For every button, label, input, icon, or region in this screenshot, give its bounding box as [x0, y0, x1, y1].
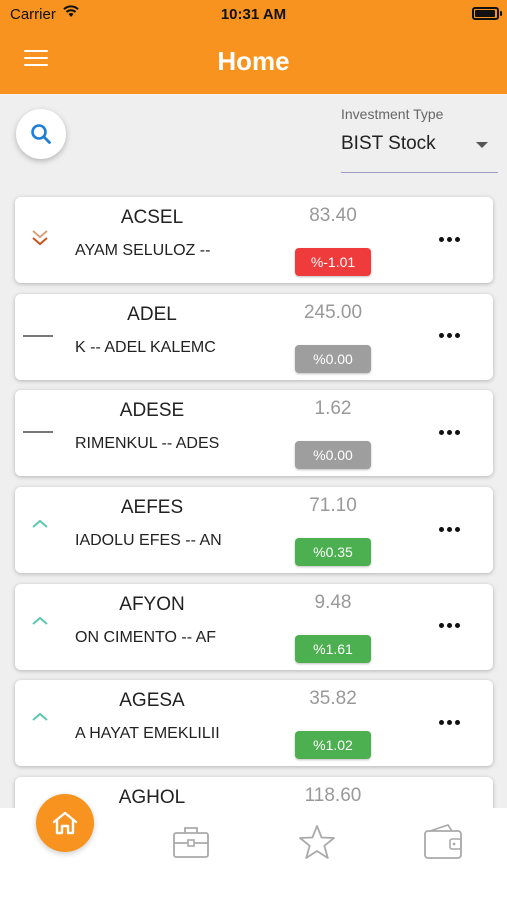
stock-price: 35.82	[309, 688, 357, 710]
stock-name: IADOLU EFES -- AN	[75, 532, 222, 550]
page-title: Home	[217, 46, 290, 76]
stock-name: ON CIMENTO -- AF	[75, 628, 217, 646]
stock-code: AFYON	[119, 593, 185, 615]
battery-icon	[472, 7, 502, 20]
stock-name: RIMENKUL -- ADES	[75, 435, 220, 453]
stock-list: ACSEL AYAM SELULOZ -- 83.40 %-1.01 ADEL …	[15, 197, 493, 874]
chevron-up-icon	[23, 710, 59, 734]
stock-code: ADESE	[119, 400, 185, 422]
portfolio-tab[interactable]	[166, 820, 216, 864]
more-options-icon[interactable]	[439, 523, 465, 535]
dash-icon	[19, 420, 59, 444]
stock-price: 118.60	[304, 785, 362, 807]
portfolio-icon	[173, 827, 209, 858]
stock-price: 83.40	[309, 205, 357, 226]
home-icon	[52, 811, 78, 835]
double-chevron-down-icon	[23, 227, 59, 251]
stock-card[interactable]: AFYON ON CIMENTO -- AF 9.48 %1.61	[15, 583, 493, 670]
caret-down-icon	[476, 142, 488, 148]
stock-name: K -- ADEL KALEMC	[75, 338, 216, 356]
chevron-up-icon	[23, 517, 59, 541]
stock-code: AGHOL	[118, 787, 186, 809]
chevron-up-icon	[23, 614, 59, 638]
more-options-icon[interactable]	[439, 233, 465, 245]
favorites-tab[interactable]	[292, 820, 342, 864]
stock-code: AEFES	[120, 497, 184, 519]
stock-price: 9.48	[314, 591, 352, 613]
home-tab[interactable]	[36, 794, 94, 852]
wallet-tab[interactable]	[418, 820, 468, 864]
stock-card[interactable]: AEFES IADOLU EFES -- AN 71.10 %0.35	[15, 487, 493, 574]
clock: 10:31 AM	[220, 6, 287, 23]
more-options-icon[interactable]	[439, 716, 465, 728]
investment-type-select[interactable]: Investment Type BIST Stock	[341, 106, 498, 173]
stock-price: 71.10	[309, 495, 357, 517]
stock-price: 1.62	[314, 398, 352, 420]
dash-icon	[19, 324, 59, 348]
stock-code: AGESA	[119, 690, 185, 712]
change-badge: %0.00	[295, 441, 371, 470]
more-options-icon[interactable]	[439, 330, 465, 342]
stock-price: 245.00	[303, 301, 363, 323]
change-badge: %1.61	[295, 634, 371, 663]
stock-card[interactable]: ACSEL AYAM SELULOZ -- 83.40 %-1.01	[15, 197, 493, 283]
change-badge: %0.35	[295, 538, 371, 567]
star-icon	[299, 825, 335, 859]
search-icon	[31, 124, 51, 144]
investment-type-label: Investment Type	[341, 106, 444, 122]
investment-type-value: BIST Stock	[341, 133, 436, 154]
change-badge: %0.00	[295, 344, 371, 373]
change-badge: %1.02	[295, 731, 371, 760]
change-badge: %-1.01	[295, 248, 371, 276]
stock-card[interactable]: ADEL K -- ADEL KALEMC 245.00 %0.00	[15, 293, 493, 380]
bottom-nav	[0, 794, 507, 900]
search-button[interactable]	[16, 109, 66, 159]
app-bar: Home	[0, 28, 507, 94]
status-bar: Carrier 10:31 AM	[0, 0, 507, 28]
stock-card[interactable]: AGESA A HAYAT EMEKLILII 35.82 %1.02	[15, 680, 493, 767]
more-options-icon[interactable]	[439, 426, 465, 438]
stock-name: AYAM SELULOZ --	[75, 242, 211, 259]
more-options-icon[interactable]	[439, 620, 465, 632]
stock-name: A HAYAT EMEKLILII	[75, 725, 220, 743]
stock-code: ADEL	[127, 303, 177, 325]
wallet-icon	[424, 824, 462, 859]
stock-card[interactable]: ADESE RIMENKUL -- ADES 1.62 %0.00	[15, 390, 493, 477]
stock-code: ACSEL	[120, 207, 184, 228]
